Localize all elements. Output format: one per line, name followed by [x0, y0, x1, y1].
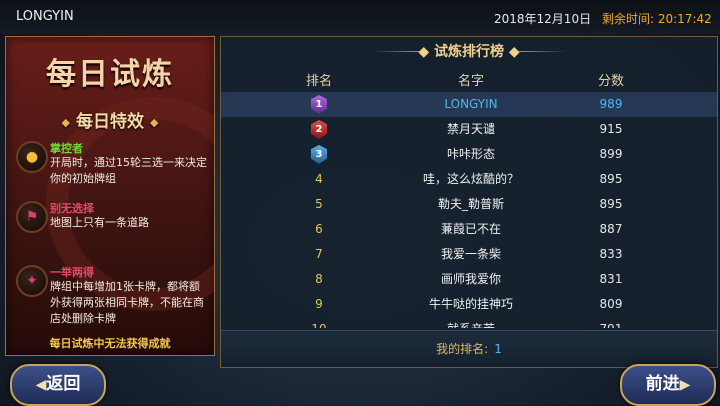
leaderboard-row: 1 LONGYIN 989	[221, 92, 717, 117]
rank-header: 排名	[305, 74, 332, 89]
daily-effects-title: ◆ 每日特效 ◆	[6, 107, 214, 132]
score-cell: 831	[599, 272, 623, 286]
diamond-icon: ◆	[61, 115, 70, 129]
score-cell: 833	[599, 247, 623, 261]
score-cell: 915	[599, 122, 623, 136]
player-name-cell: 牛牛哒的挂神巧	[428, 297, 513, 311]
road-sign-icon: ⚑	[16, 201, 48, 233]
arrow-left-icon: ◀	[35, 377, 47, 393]
player-name: LONGYIN	[16, 9, 74, 24]
leaderboard-row: 6 蒹葭已不在 887	[221, 217, 717, 242]
score-cell: 895	[599, 172, 623, 186]
leaderboard-header: 排名 名字 分数	[221, 70, 717, 90]
player-name-cell: LONGYIN	[444, 97, 498, 111]
rank-cell: 6	[315, 222, 323, 236]
next-button[interactable]: 前进▶	[620, 364, 716, 406]
effect-name: 一举两得	[50, 266, 94, 279]
double-card-icon: ✦	[16, 265, 48, 297]
score-header: 分数	[597, 74, 624, 89]
score-cell: 887	[599, 222, 623, 236]
arrow-right-icon: ▶	[679, 377, 691, 393]
daily-trial-panel: 每日试炼 ◆ 每日特效 ◆ ● 掌控者 开局时，通过15轮三选一来决定你的初始牌组 …	[5, 36, 215, 356]
my-rank-bar: 我的排名: 1	[221, 330, 717, 367]
leaderboard-row: 8 画师我爱你 831	[221, 267, 717, 292]
effect-name: 掌控者	[50, 142, 83, 155]
score-cell: 791	[573, 317, 649, 328]
rank-cell: 5	[315, 197, 323, 211]
bronze-rank-badge-icon: 3	[311, 145, 327, 164]
player-name-cell: 哇，这么炫酷的？	[422, 172, 519, 186]
effect-description: 牌组中每增加1张卡牌，都将额外获得两张相同卡牌，不能在商店处删除卡牌	[50, 280, 204, 325]
effect-name: 别无选择	[50, 202, 94, 215]
score-cell: 809	[599, 297, 623, 311]
title-divider	[519, 51, 567, 52]
player-name-cell: 就系辛苦	[351, 317, 591, 328]
achievement-warning: 每日试炼中无法获得成就	[49, 337, 171, 350]
leaderboard-row: 9 牛牛哒的挂神巧 809	[221, 292, 717, 317]
leaderboard-title-text: 试炼排行榜	[434, 44, 504, 60]
remaining-time: 剩余时间: 20:17:42	[602, 12, 712, 26]
back-button-label: 返回	[46, 374, 81, 394]
rank-cell: 9	[315, 297, 323, 311]
score-cell: 899	[599, 147, 623, 161]
rank-cell: 4	[315, 172, 323, 186]
rank-cell: 7	[315, 247, 323, 261]
name-header: 名字	[457, 74, 484, 89]
leaderboard-row: 10 就系辛苦 791	[221, 317, 717, 328]
score-cell: 895	[599, 197, 623, 211]
leaderboard-row: 4 哇，这么炫酷的？ 895	[221, 167, 717, 192]
player-name-cell: 蒹葭已不在	[440, 222, 501, 236]
diamond-icon: ◆	[150, 115, 159, 129]
gold-coins-icon: ●	[16, 141, 48, 173]
my-rank-value: 1	[494, 342, 502, 356]
score-cell: 989	[599, 97, 623, 111]
rank-cell: 8	[315, 272, 323, 286]
player-name-cell: 禁月天谴	[446, 122, 495, 136]
gold-rank-badge-icon: 1	[311, 95, 327, 114]
player-name-cell: 画师我爱你	[440, 272, 501, 286]
next-button-label: 前进	[645, 374, 680, 394]
leaderboard-row: 7 我爱一条柴 833	[221, 242, 717, 267]
silver-rank-badge-icon: 2	[311, 120, 327, 139]
effect-description: 开局时，通过15轮三选一来决定你的初始牌组	[50, 156, 207, 185]
my-rank-label: 我的排名:	[436, 342, 489, 356]
date-display: 2018年12月10日	[494, 12, 592, 26]
effect-description: 地图上只有一条道路	[50, 216, 149, 229]
leaderboard-row: 5 勒夫_勒普斯 895	[221, 192, 717, 217]
leaderboard-list[interactable]: 1 LONGYIN 989 2 禁月天谴 915 3 咔咔形态 899 4 哇，…	[221, 92, 717, 328]
player-name-cell: 勒夫_勒普斯	[437, 197, 504, 211]
leaderboard-row: 3 咔咔形态 899	[221, 142, 717, 167]
daily-trial-title: 每日试炼	[46, 57, 174, 92]
leaderboard-panel: ◆ 试炼排行榜 ◆ 排名 名字 分数 1 LONGYIN 989 2 禁月天谴 …	[220, 36, 718, 368]
leaderboard-title: ◆ 试炼排行榜 ◆	[418, 44, 520, 60]
daily-effects-label: 每日特效	[76, 112, 144, 132]
top-bar: LONGYIN 2018年12月10日 剩余时间: 20:17:42	[0, 0, 720, 34]
rank-cell: 10	[281, 317, 357, 328]
player-name-cell: 我爱一条柴	[440, 247, 501, 261]
player-name-cell: 咔咔形态	[446, 147, 495, 161]
back-button[interactable]: ◀返回	[10, 364, 106, 406]
leaderboard-row: 2 禁月天谴 915	[221, 117, 717, 142]
